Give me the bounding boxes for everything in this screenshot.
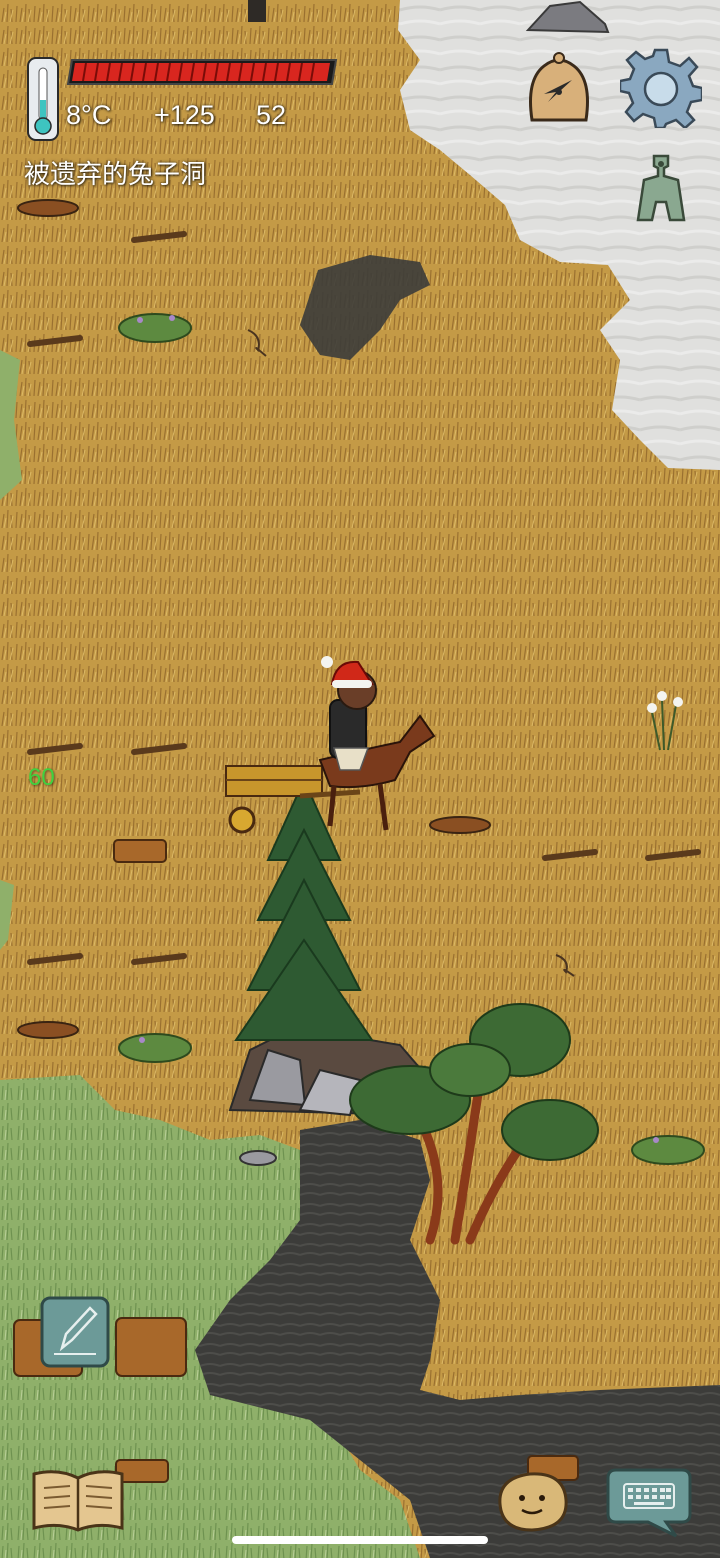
pencil-note-icon[interactable] [40, 1296, 110, 1368]
potato-face-icon[interactable] [494, 1470, 570, 1532]
distant-figure [248, 0, 266, 22]
small-stone [239, 1150, 277, 1166]
settings-gear-icon[interactable] [618, 48, 704, 130]
location-name: 被遗弃的兔子洞 [24, 159, 207, 189]
age-value: 52 [256, 100, 287, 130]
score-delta: +125 [154, 100, 215, 130]
open-book-icon[interactable] [30, 1466, 126, 1534]
temperature-value: 8°C [66, 100, 112, 130]
thermometer-icon[interactable] [26, 56, 60, 142]
world-counter: 60 [28, 764, 55, 791]
home-indicator[interactable] [232, 1536, 488, 1544]
spade-coin-icon[interactable] [634, 154, 688, 222]
keyboard-bubble-icon[interactable] [606, 1466, 692, 1538]
compass-bell-icon[interactable] [522, 50, 596, 126]
health-bar [66, 58, 338, 86]
